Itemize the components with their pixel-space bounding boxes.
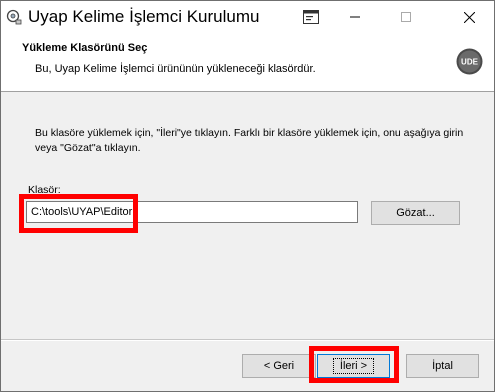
maximize-button[interactable] [383, 1, 429, 33]
page-header: Yükleme Klasörünü Seç Bu, Uyap Kelime İş… [1, 34, 494, 92]
setup-icon [6, 9, 22, 25]
ude-logo: UDE [456, 48, 483, 75]
minimize-button[interactable] [332, 1, 378, 33]
close-icon [463, 11, 475, 23]
back-button[interactable]: < Geri [242, 354, 316, 378]
next-button-label: İleri > [332, 358, 375, 374]
logo-text: UDE [461, 58, 479, 67]
page-title: Yükleme Klasörünü Seç [22, 42, 148, 54]
instruction-text: Bu klasöre yüklemek için, "İleri"ye tıkl… [35, 127, 464, 154]
installer-window: Uyap Kelime İşlemci Kurulumu Yükleme Kla… [0, 0, 495, 392]
browse-button[interactable]: Gözat... [371, 201, 460, 225]
window-title: Uyap Kelime İşlemci Kurulumu [28, 7, 260, 26]
page-subtitle: Bu, Uyap Kelime İşlemci ürününün yüklene… [35, 63, 316, 75]
footer-divider-highlight [1, 340, 494, 341]
folder-label: Klasör: [28, 184, 61, 196]
close-button[interactable] [446, 1, 492, 33]
cancel-button[interactable]: İptal [406, 354, 479, 378]
folder-path-input[interactable] [26, 201, 358, 223]
minimize-icon [350, 16, 360, 18]
title-bar[interactable]: Uyap Kelime İşlemci Kurulumu [1, 1, 494, 34]
next-button[interactable]: İleri > [317, 354, 390, 378]
system-menu-icon[interactable] [303, 10, 319, 24]
maximize-icon [401, 12, 411, 22]
